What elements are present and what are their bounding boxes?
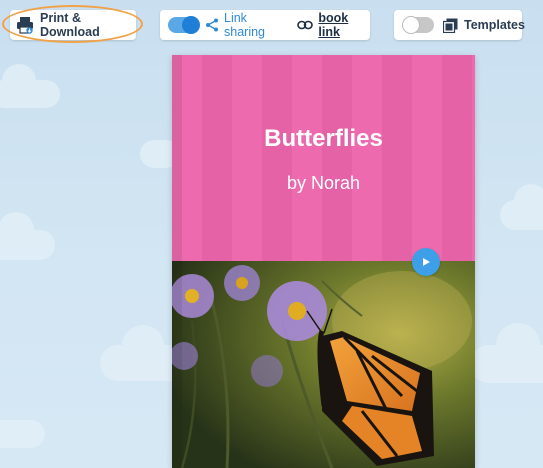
printer-icon	[16, 16, 34, 34]
cloud	[0, 420, 45, 448]
cloud	[0, 64, 60, 108]
play-icon	[421, 257, 431, 267]
templates-bar: Templates	[394, 10, 525, 40]
templates-icon	[443, 18, 458, 33]
share-icon	[205, 18, 219, 32]
link-sharing-label: Link sharing	[224, 11, 265, 39]
play-button[interactable]	[412, 248, 440, 276]
book-author: by Norah	[286, 173, 361, 193]
book-cover[interactable]: Butterflies by Norah	[172, 55, 475, 468]
print-download-label: Print & Download	[40, 11, 100, 39]
link-sharing-bar: Link sharing book link	[160, 10, 370, 40]
templates-label: Templates	[464, 18, 525, 32]
butterfly-photo	[172, 261, 475, 468]
cloud	[470, 323, 543, 383]
cover-title-panel	[172, 55, 475, 261]
book-link[interactable]: book link	[318, 11, 370, 39]
link-sharing-toggle[interactable]	[168, 16, 200, 34]
book-title: Butterflies	[264, 125, 383, 152]
templates-toggle[interactable]	[402, 16, 434, 34]
print-download-button[interactable]: Print & Download	[10, 10, 136, 40]
book-spine	[172, 55, 182, 468]
link-icon	[297, 20, 314, 30]
cloud	[500, 184, 543, 230]
cloud	[0, 212, 55, 260]
